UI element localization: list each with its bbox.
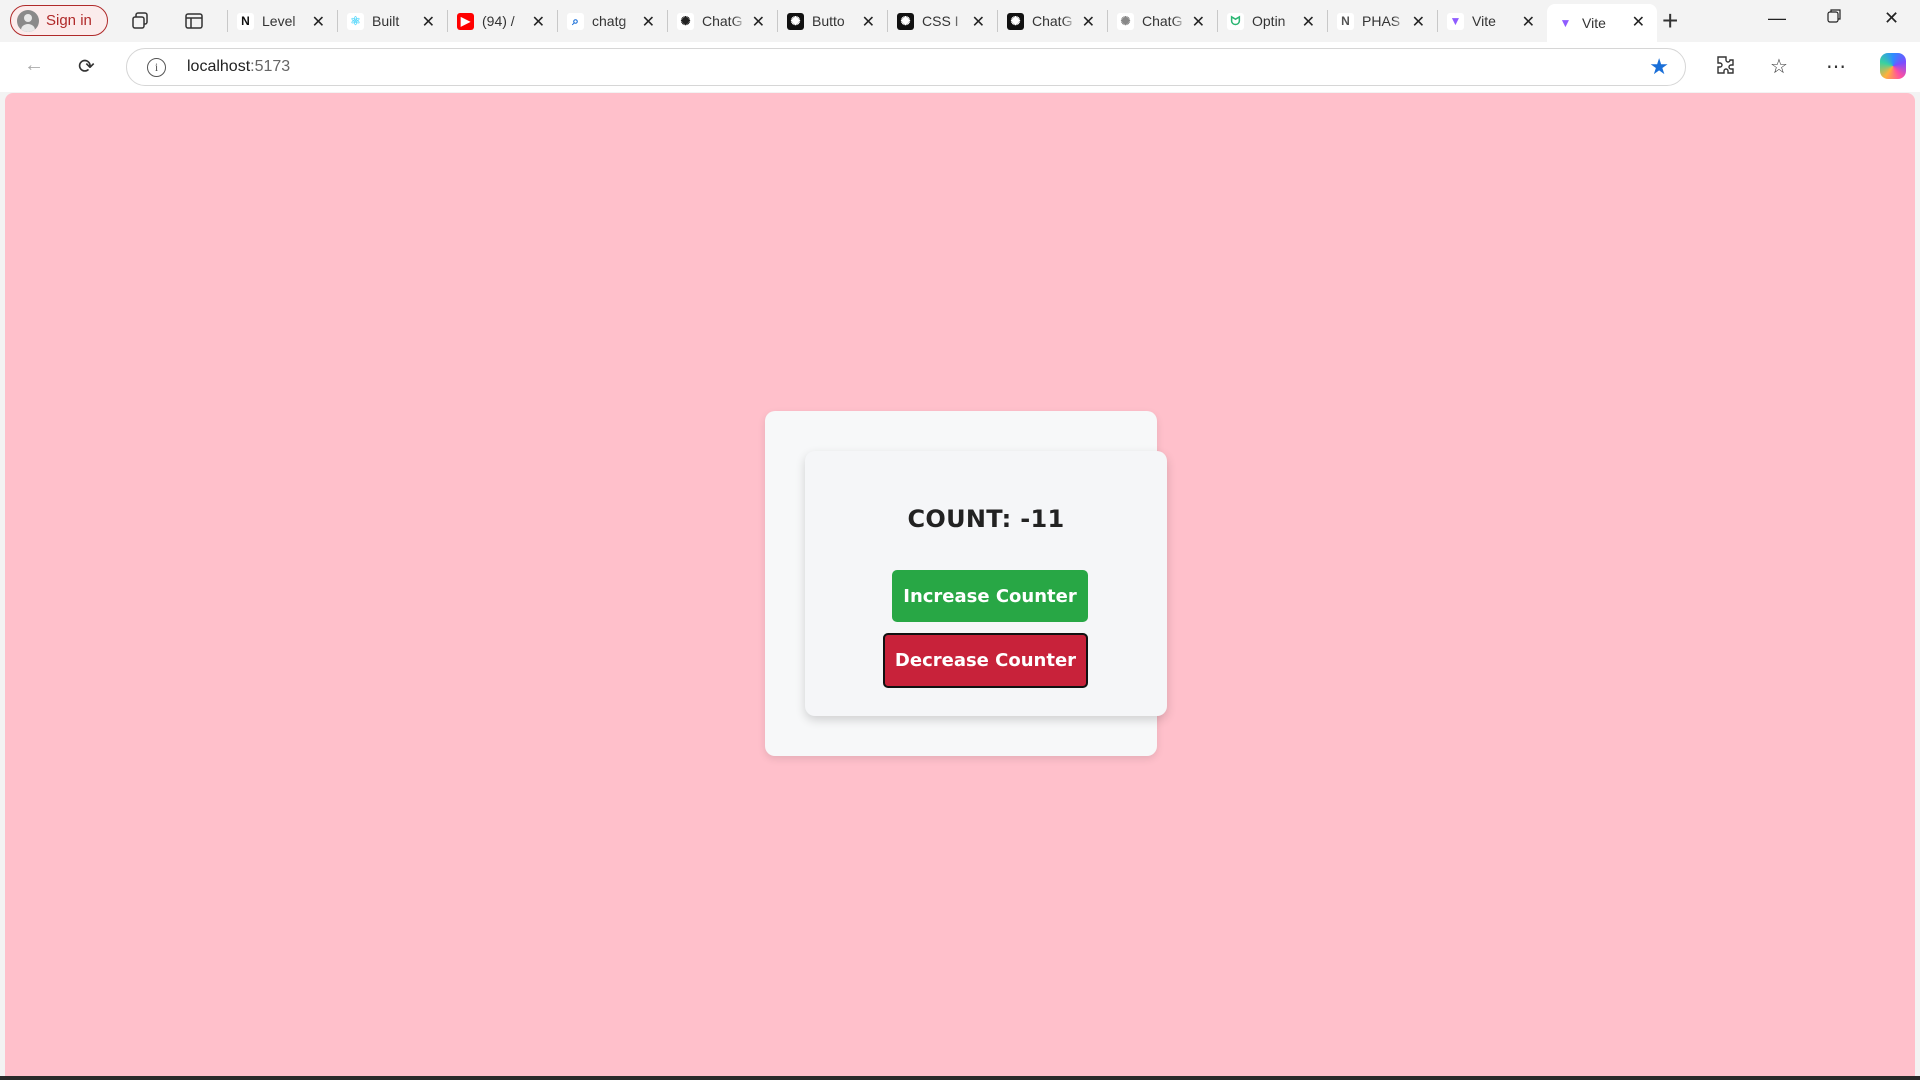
youtube-icon: ▶ (457, 12, 474, 30)
browser-tab[interactable]: ▼ Vite ✕ (1547, 4, 1657, 42)
close-tab-icon[interactable]: ✕ (752, 12, 765, 32)
more-options-icon[interactable]: ⋯ (1826, 54, 1846, 79)
taskbar-edge (0, 1076, 1920, 1080)
browser-tab[interactable]: N PHAS ✕ (1327, 0, 1437, 42)
browser-tab[interactable]: ✺ CSS I ✕ (887, 0, 997, 42)
tab-title: Butto (812, 13, 845, 29)
close-tab-icon[interactable]: ✕ (422, 12, 435, 32)
tab-title: PHAS (1362, 13, 1401, 29)
optin-icon: ᗢ (1227, 12, 1244, 30)
tab-title: Level (262, 13, 296, 29)
browser-tab[interactable]: N Level ✕ (227, 0, 337, 42)
react-icon: ⚛ (347, 12, 364, 30)
tab-title: chatg (592, 13, 627, 29)
tab-title: Vite (1472, 13, 1496, 29)
favorites-icon[interactable]: ☆ (1770, 54, 1788, 79)
close-tab-icon[interactable]: ✕ (642, 12, 655, 32)
vertical-tabs-icon[interactable] (183, 10, 205, 32)
favorite-star-icon[interactable]: ★ (1649, 54, 1669, 80)
tab-title: ChatG (1032, 13, 1073, 29)
site-info-icon[interactable]: i (147, 58, 166, 77)
browser-tab[interactable]: ✺ ChatG ✕ (997, 0, 1107, 42)
browser-tab[interactable]: ▶ (94) / ✕ (447, 0, 557, 42)
notion-icon: N (1337, 12, 1354, 30)
openai-icon: ✺ (787, 12, 804, 30)
close-tab-icon[interactable]: ✕ (1522, 12, 1535, 32)
url-port: :5173 (250, 58, 291, 75)
browser-tab[interactable]: ✺ ChatG ✕ (667, 0, 777, 42)
browser-tab[interactable]: ⚛ Built ✕ (337, 0, 447, 42)
tab-title: Vite (1582, 15, 1606, 31)
new-tab-button[interactable]: + (1662, 5, 1678, 37)
url-host: localhost (187, 58, 251, 75)
tab-title: (94) / (482, 13, 515, 29)
minimize-icon[interactable]: — (1768, 8, 1786, 29)
close-tab-icon[interactable]: ✕ (1302, 12, 1315, 32)
vite-icon: ▼ (1557, 14, 1574, 32)
tab-strip: Sign in N Level ✕ ⚛ Built ✕ ▶ (94) / ✕ ⌕ chatg ✕ ✺ Ch… (0, 0, 1920, 42)
url-text[interactable]: localhost:5173 (187, 58, 290, 76)
increase-counter-button[interactable]: Increase Counter (892, 570, 1088, 622)
notion-icon: N (237, 12, 254, 30)
profile-avatar-icon (17, 9, 39, 32)
browser-tab[interactable]: ⌕ chatg ✕ (557, 0, 667, 42)
search-icon: ⌕ (567, 12, 584, 30)
close-tab-icon[interactable]: ✕ (1082, 12, 1095, 32)
close-tab-icon[interactable]: ✕ (1632, 12, 1645, 32)
sign-in-label: Sign in (46, 12, 92, 29)
page-viewport: COUNT: -11 Increase Counter Decrease Cou… (5, 93, 1915, 1076)
openai-icon: ✺ (897, 12, 914, 30)
openai-icon: ✺ (1007, 12, 1024, 30)
copilot-icon[interactable] (1880, 53, 1906, 79)
decrease-counter-button[interactable]: Decrease Counter (883, 633, 1088, 688)
close-tab-icon[interactable]: ✕ (972, 12, 985, 32)
tab-title: ChatG (1142, 13, 1183, 29)
close-tab-icon[interactable]: ✕ (1412, 12, 1425, 32)
sign-in-button[interactable]: Sign in (10, 5, 108, 36)
restore-icon[interactable] (1826, 8, 1842, 29)
openai-icon: ✺ (677, 12, 694, 30)
refresh-icon[interactable]: ⟳ (78, 54, 95, 79)
browser-tab[interactable]: ✺ Butto ✕ (777, 0, 887, 42)
tab-title: CSS I (922, 13, 959, 29)
tab-title: Optin (1252, 13, 1286, 29)
back-icon[interactable]: ← (24, 54, 44, 77)
browser-tab[interactable]: ✺ ChatG ✕ (1107, 0, 1217, 42)
address-bar[interactable]: i localhost:5173 ★ (126, 48, 1686, 86)
close-tab-icon[interactable]: ✕ (1192, 12, 1205, 32)
workspaces-icon[interactable] (130, 10, 152, 32)
close-window-icon[interactable]: ✕ (1884, 8, 1899, 29)
tab-title: ChatG (702, 13, 743, 29)
vite-icon: ▼ (1447, 12, 1464, 30)
tab-list: N Level ✕ ⚛ Built ✕ ▶ (94) / ✕ ⌕ chatg ✕ ✺ ChatG ✕ ✺ But… (227, 0, 1657, 42)
openai-icon: ✺ (1117, 12, 1134, 30)
browser-toolbar: ← ⟳ i localhost:5173 ★ ☆ ⋯ (0, 42, 1920, 92)
browser-tab[interactable]: ▼ Vite ✕ (1437, 0, 1547, 42)
browser-tab[interactable]: ᗢ Optin ✕ (1217, 0, 1327, 42)
extensions-icon[interactable] (1714, 54, 1736, 82)
count-display: COUNT: -11 (907, 505, 1065, 533)
close-tab-icon[interactable]: ✕ (532, 12, 545, 32)
close-tab-icon[interactable]: ✕ (312, 12, 325, 32)
close-tab-icon[interactable]: ✕ (862, 12, 875, 32)
tab-title: Built (372, 13, 400, 29)
